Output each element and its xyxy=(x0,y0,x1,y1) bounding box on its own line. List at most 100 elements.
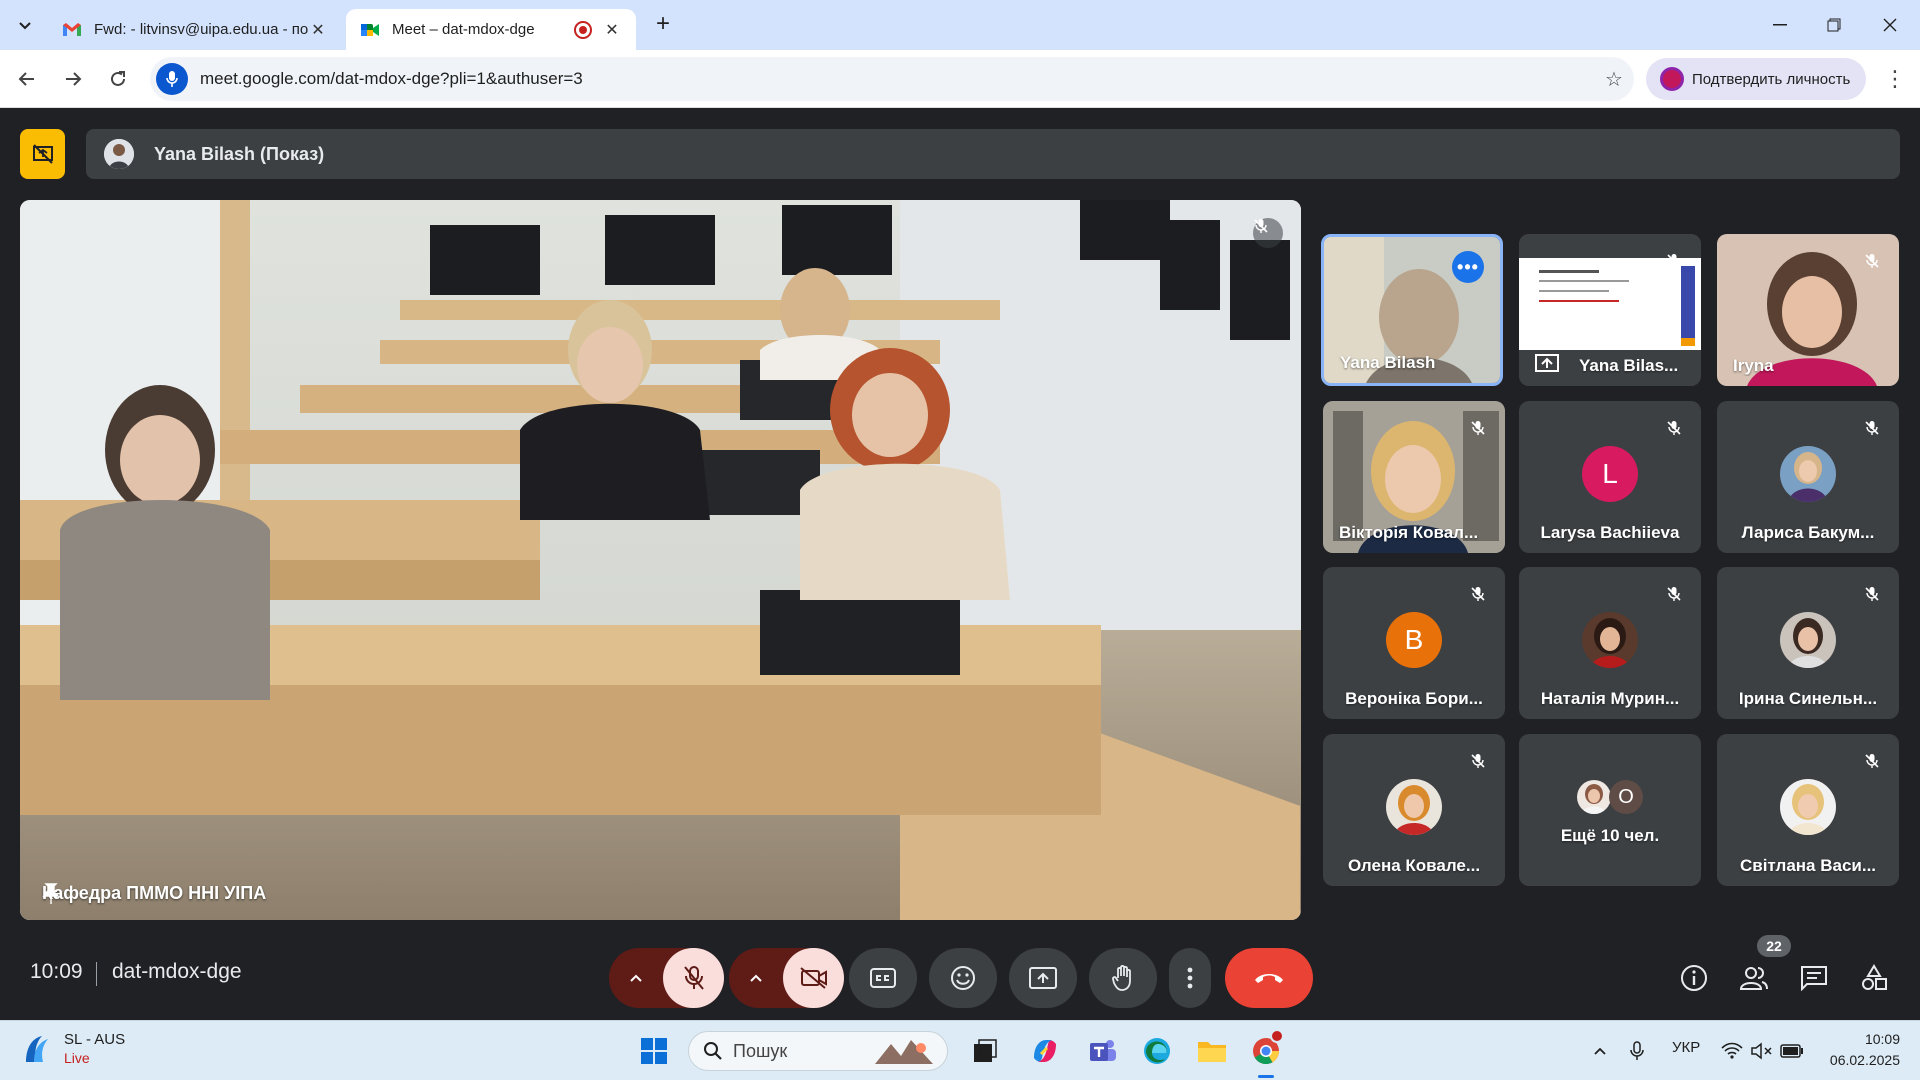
address-bar[interactable]: meet.google.com/dat-mdox-dge?pli=1&authu… xyxy=(150,57,1634,101)
audio-options-button[interactable] xyxy=(609,948,663,1008)
reload-button[interactable] xyxy=(101,62,135,96)
raise-hand-button[interactable] xyxy=(1089,948,1157,1008)
unmute-button[interactable] xyxy=(663,948,724,1008)
participant-name: Вікторія Ковал... xyxy=(1339,523,1479,542)
presentation-banner[interactable]: Yana Bilash (Показ) xyxy=(86,129,1900,179)
emoji-icon xyxy=(951,966,975,990)
raise-hand-icon xyxy=(1112,965,1131,991)
participant-name: Світлана Васи... xyxy=(1739,856,1877,875)
battery-button[interactable] xyxy=(1772,1031,1812,1071)
tab-meet[interactable]: Meet – dat-mdox-dge ✕ xyxy=(346,9,636,50)
bookmark-star-icon[interactable]: ☆ xyxy=(1594,67,1634,92)
participant-tile-3[interactable]: Iryna xyxy=(1717,234,1899,386)
taskbar-search[interactable]: Пошук xyxy=(688,1031,948,1071)
restore-button[interactable] xyxy=(1806,0,1862,50)
present-screen-icon xyxy=(1029,967,1057,989)
meet-icon xyxy=(361,23,379,36)
meeting-details-button[interactable] xyxy=(1672,956,1716,1000)
chevron-up-icon xyxy=(630,974,642,982)
mic-off-icon xyxy=(1465,581,1491,607)
reactions-button[interactable] xyxy=(929,948,997,1008)
participant-tile-7[interactable]: B Вероніка Бори... xyxy=(1323,567,1505,719)
task-view-icon xyxy=(974,1039,997,1062)
start-button[interactable] xyxy=(634,1031,674,1071)
close-tab-icon[interactable]: ✕ xyxy=(602,20,622,40)
weather-widget[interactable]: SL - AUS Live xyxy=(22,1031,125,1067)
main-video-tile[interactable]: Кафедра ПММО ННІ УІПА xyxy=(20,200,1301,920)
edge-icon xyxy=(1144,1038,1170,1064)
more-vert-icon xyxy=(1187,967,1193,989)
more-options-button[interactable] xyxy=(1169,948,1211,1008)
more-options-icon[interactable]: ••• xyxy=(1452,251,1484,283)
activities-shapes-icon xyxy=(1862,964,1887,990)
microphone-icon xyxy=(1630,1041,1644,1060)
weather-subtitle: Live xyxy=(64,1050,90,1066)
participant-name: Олена Ковале... xyxy=(1347,856,1481,875)
participant-tile-screen[interactable]: Yana Bilas... xyxy=(1519,234,1701,386)
notification-badge xyxy=(1270,1029,1284,1043)
chevron-down-icon xyxy=(19,22,31,30)
chat-button[interactable] xyxy=(1792,956,1836,1000)
participant-tile-more[interactable]: O Ещё 10 чел. xyxy=(1519,734,1701,886)
mic-off-icon xyxy=(1465,748,1491,774)
microphone-tray-button[interactable] xyxy=(1617,1031,1657,1071)
teams-button[interactable] xyxy=(1083,1031,1123,1071)
copilot-button[interactable] xyxy=(1025,1031,1065,1071)
participant-tile-8[interactable]: Наталія Мурин... xyxy=(1519,567,1701,719)
people-icon xyxy=(1739,967,1768,990)
pin-icon[interactable] xyxy=(42,883,60,905)
url-text: meet.google.com/dat-mdox-dge?pli=1&authu… xyxy=(200,69,583,88)
teams-icon xyxy=(1090,1040,1116,1061)
meet-control-bar: 10:09 dat-mdox-dge 22 xyxy=(0,926,1920,1020)
task-view-button[interactable] xyxy=(965,1031,1005,1071)
file-explorer-button[interactable] xyxy=(1192,1031,1232,1071)
show-hidden-icons-button[interactable] xyxy=(1580,1031,1620,1071)
participant-tile-self[interactable]: ••• Yana Bilash xyxy=(1321,234,1503,386)
profile-verify-button[interactable]: Подтвердить личность xyxy=(1646,58,1866,100)
participant-tile-12[interactable]: Світлана Васи... xyxy=(1717,734,1899,886)
participant-tile-4[interactable]: Вікторія Ковал... xyxy=(1323,401,1505,553)
wifi-icon xyxy=(1721,1042,1743,1059)
present-now-button[interactable] xyxy=(1009,948,1077,1008)
participant-tile-6[interactable]: Лариса Бакум... xyxy=(1717,401,1899,553)
meeting-time: 10:09 xyxy=(30,960,83,983)
mic-off-icon xyxy=(683,966,704,990)
input-language[interactable]: УКР xyxy=(1672,1039,1700,1056)
participant-avatar-letter: L xyxy=(1582,446,1638,502)
close-tab-icon[interactable]: ✕ xyxy=(308,20,328,40)
leave-call-button[interactable] xyxy=(1225,948,1313,1008)
new-tab-button[interactable]: + xyxy=(650,12,676,38)
search-highlight-icon xyxy=(875,1040,933,1064)
tab-gmail[interactable]: Fwd: - litvinsv@uipa.edu.ua - по ✕ xyxy=(48,9,342,50)
participant-tile-10[interactable]: Олена Ковале... xyxy=(1323,734,1505,886)
minimize-button[interactable] xyxy=(1752,0,1808,50)
participant-tile-9[interactable]: Ірина Синельн... xyxy=(1717,567,1899,719)
profile-avatar xyxy=(1660,67,1684,91)
browser-menu-icon[interactable]: ⋮ xyxy=(1878,62,1912,96)
mic-off-icon xyxy=(1859,415,1885,441)
clock-date: 06.02.2025 xyxy=(1829,1052,1900,1068)
muted-indicator xyxy=(1253,218,1283,248)
people-button[interactable] xyxy=(1732,956,1776,1000)
mic-off-icon xyxy=(1859,581,1885,607)
video-options-button[interactable] xyxy=(729,948,783,1008)
captions-button[interactable] xyxy=(849,948,917,1008)
tab-search-button[interactable] xyxy=(10,10,40,40)
participant-avatar-letter: O xyxy=(1609,780,1643,814)
participant-photo xyxy=(1780,612,1836,668)
chat-icon xyxy=(1801,966,1827,991)
forward-button[interactable] xyxy=(56,62,90,96)
system-clock[interactable]: 10:09 06.02.2025 xyxy=(1820,1029,1900,1071)
stop-presenting-button[interactable] xyxy=(20,129,65,179)
activities-button[interactable] xyxy=(1852,956,1896,1000)
screen-share-icon xyxy=(1535,354,1559,372)
participant-tile-5[interactable]: L Larysa Bachiieva xyxy=(1519,401,1701,553)
chrome-button[interactable] xyxy=(1246,1029,1286,1071)
back-button[interactable] xyxy=(10,62,44,96)
participant-name: Iryna xyxy=(1733,356,1774,375)
more-participants-label: Ещё 10 чел. xyxy=(1560,826,1660,845)
edge-button[interactable] xyxy=(1137,1031,1177,1071)
close-window-button[interactable] xyxy=(1862,0,1918,50)
turn-on-camera-button[interactable] xyxy=(783,948,844,1008)
microphone-active-icon[interactable] xyxy=(156,63,188,95)
